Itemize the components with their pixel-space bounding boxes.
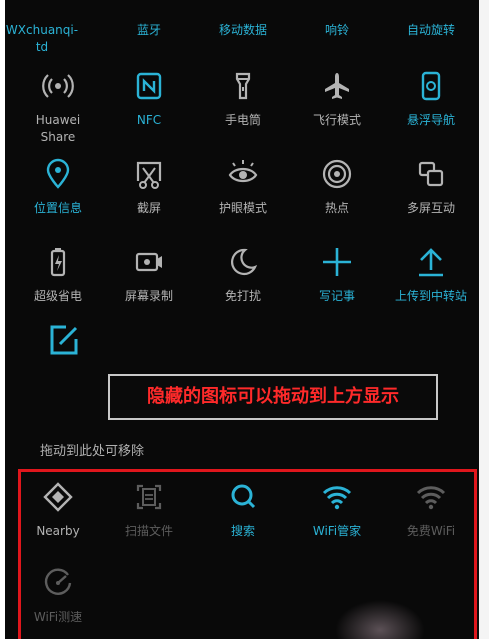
wifi-icon <box>416 486 446 510</box>
tile-label: 屏幕录制 <box>124 289 173 303</box>
tile-label: 手电筒 <box>224 113 261 127</box>
moon-icon <box>231 248 258 276</box>
tile-bluetooth[interactable]: 蓝牙 <box>103 22 195 39</box>
tile-scan-file[interactable]: 扫描文件 <box>103 477 195 540</box>
tile-label: Huawei <box>35 113 81 127</box>
search-icon <box>231 484 256 509</box>
wifi-icon <box>322 486 352 510</box>
tile-flashlight[interactable]: 手电筒 <box>197 66 289 129</box>
tile-wifi-manager[interactable]: WiFi管家 <box>291 477 383 540</box>
right-edge-margin <box>479 0 489 639</box>
eye-icon <box>228 160 258 183</box>
tile-location[interactable]: 位置信息 <box>12 154 104 217</box>
finger-glow <box>335 600 425 639</box>
upload-icon <box>419 248 443 277</box>
screen-record-icon <box>135 252 162 272</box>
tile-label: 位置信息 <box>33 201 82 215</box>
quick-settings-panel: WXchuanqi- td 蓝牙 移动数据 响铃 自动旋转 Huawei Sha… <box>5 0 479 639</box>
tile-label: 飞行模式 <box>312 113 361 127</box>
edit-icon[interactable] <box>44 320 84 360</box>
tile-floating-nav[interactable]: 悬浮导航 <box>385 66 477 129</box>
tile-screen-record[interactable]: 屏幕录制 <box>103 242 195 305</box>
tile-label-line2: td <box>35 40 49 54</box>
tile-label: WiFi管家 <box>312 524 362 538</box>
tile-label: 护眼模式 <box>218 201 267 215</box>
tile-do-not-disturb[interactable]: 免打扰 <box>197 242 289 305</box>
tile-label-line2: Share <box>40 130 76 144</box>
tile-label: 扫描文件 <box>124 524 173 538</box>
tile-power-saving[interactable]: 超级省电 <box>12 242 104 305</box>
multiscreen-icon <box>418 161 444 187</box>
tile-multiscreen[interactable]: 多屏互动 <box>385 154 477 217</box>
tile-label: 写记事 <box>318 289 355 303</box>
nfc-icon <box>136 72 162 100</box>
airplane-icon <box>325 73 349 99</box>
tile-eye-comfort[interactable]: 护眼模式 <box>197 154 289 217</box>
tile-label: Nearby <box>36 524 80 538</box>
battery-icon <box>50 248 66 277</box>
remove-area-hint: 拖动到此处可移除 <box>40 444 145 459</box>
tile-label: 免费WiFi <box>406 524 456 538</box>
tile-label: 多屏互动 <box>406 201 455 215</box>
tile-hotspot[interactable]: 热点 <box>291 154 383 217</box>
tile-label: 自动旋转 <box>406 23 455 37</box>
tile-write-note[interactable]: 写记事 <box>291 242 383 305</box>
tile-label: 蓝牙 <box>136 23 161 37</box>
tile-upload-transfer[interactable]: 上传到中转站 <box>385 242 477 305</box>
tile-huawei-share[interactable]: Huawei Share <box>12 66 104 146</box>
tile-label: 热点 <box>324 201 349 215</box>
tile-free-wifi[interactable]: 免费WiFi <box>385 477 477 540</box>
huawei-share-icon <box>42 74 74 98</box>
tile-label: NFC <box>136 113 162 127</box>
tile-label: 截屏 <box>136 201 161 215</box>
location-icon <box>46 158 70 189</box>
hotspot-icon <box>322 159 352 189</box>
tile-wifi[interactable]: WXchuanqi- td <box>5 22 88 56</box>
scan-file-icon <box>136 484 162 510</box>
tile-ring[interactable]: 响铃 <box>291 22 383 39</box>
drag-hint-banner: 隐藏的图标可以拖动到上方显示 <box>108 374 438 420</box>
screenshot-icon <box>136 161 162 189</box>
tile-label: WXchuanqi- <box>5 23 79 37</box>
tile-airplane[interactable]: 飞行模式 <box>291 66 383 129</box>
tile-search[interactable]: 搜索 <box>197 477 289 540</box>
tile-auto-rotate[interactable]: 自动旋转 <box>385 22 477 39</box>
tile-mobile-data[interactable]: 移动数据 <box>197 22 289 39</box>
tile-label: 悬浮导航 <box>406 113 455 127</box>
tile-label: 移动数据 <box>218 23 267 37</box>
tile-label: 搜索 <box>230 524 255 538</box>
tile-wifi-speedtest[interactable]: WiFi测速 <box>12 563 104 626</box>
tile-nearby[interactable]: Nearby <box>12 477 104 540</box>
tile-screenshot[interactable]: 截屏 <box>103 154 195 217</box>
tile-label: WiFi测速 <box>33 610 83 624</box>
tile-label: 响铃 <box>324 23 349 37</box>
floating-nav-icon <box>421 71 441 101</box>
plus-icon <box>323 248 351 276</box>
tile-label: 免打扰 <box>224 289 261 303</box>
tile-label: 超级省电 <box>33 289 82 303</box>
tile-label: 上传到中转站 <box>394 289 467 303</box>
speedometer-icon <box>44 568 72 595</box>
flashlight-icon <box>235 72 251 100</box>
nearby-icon <box>43 482 73 512</box>
tile-nfc[interactable]: NFC <box>103 66 195 129</box>
